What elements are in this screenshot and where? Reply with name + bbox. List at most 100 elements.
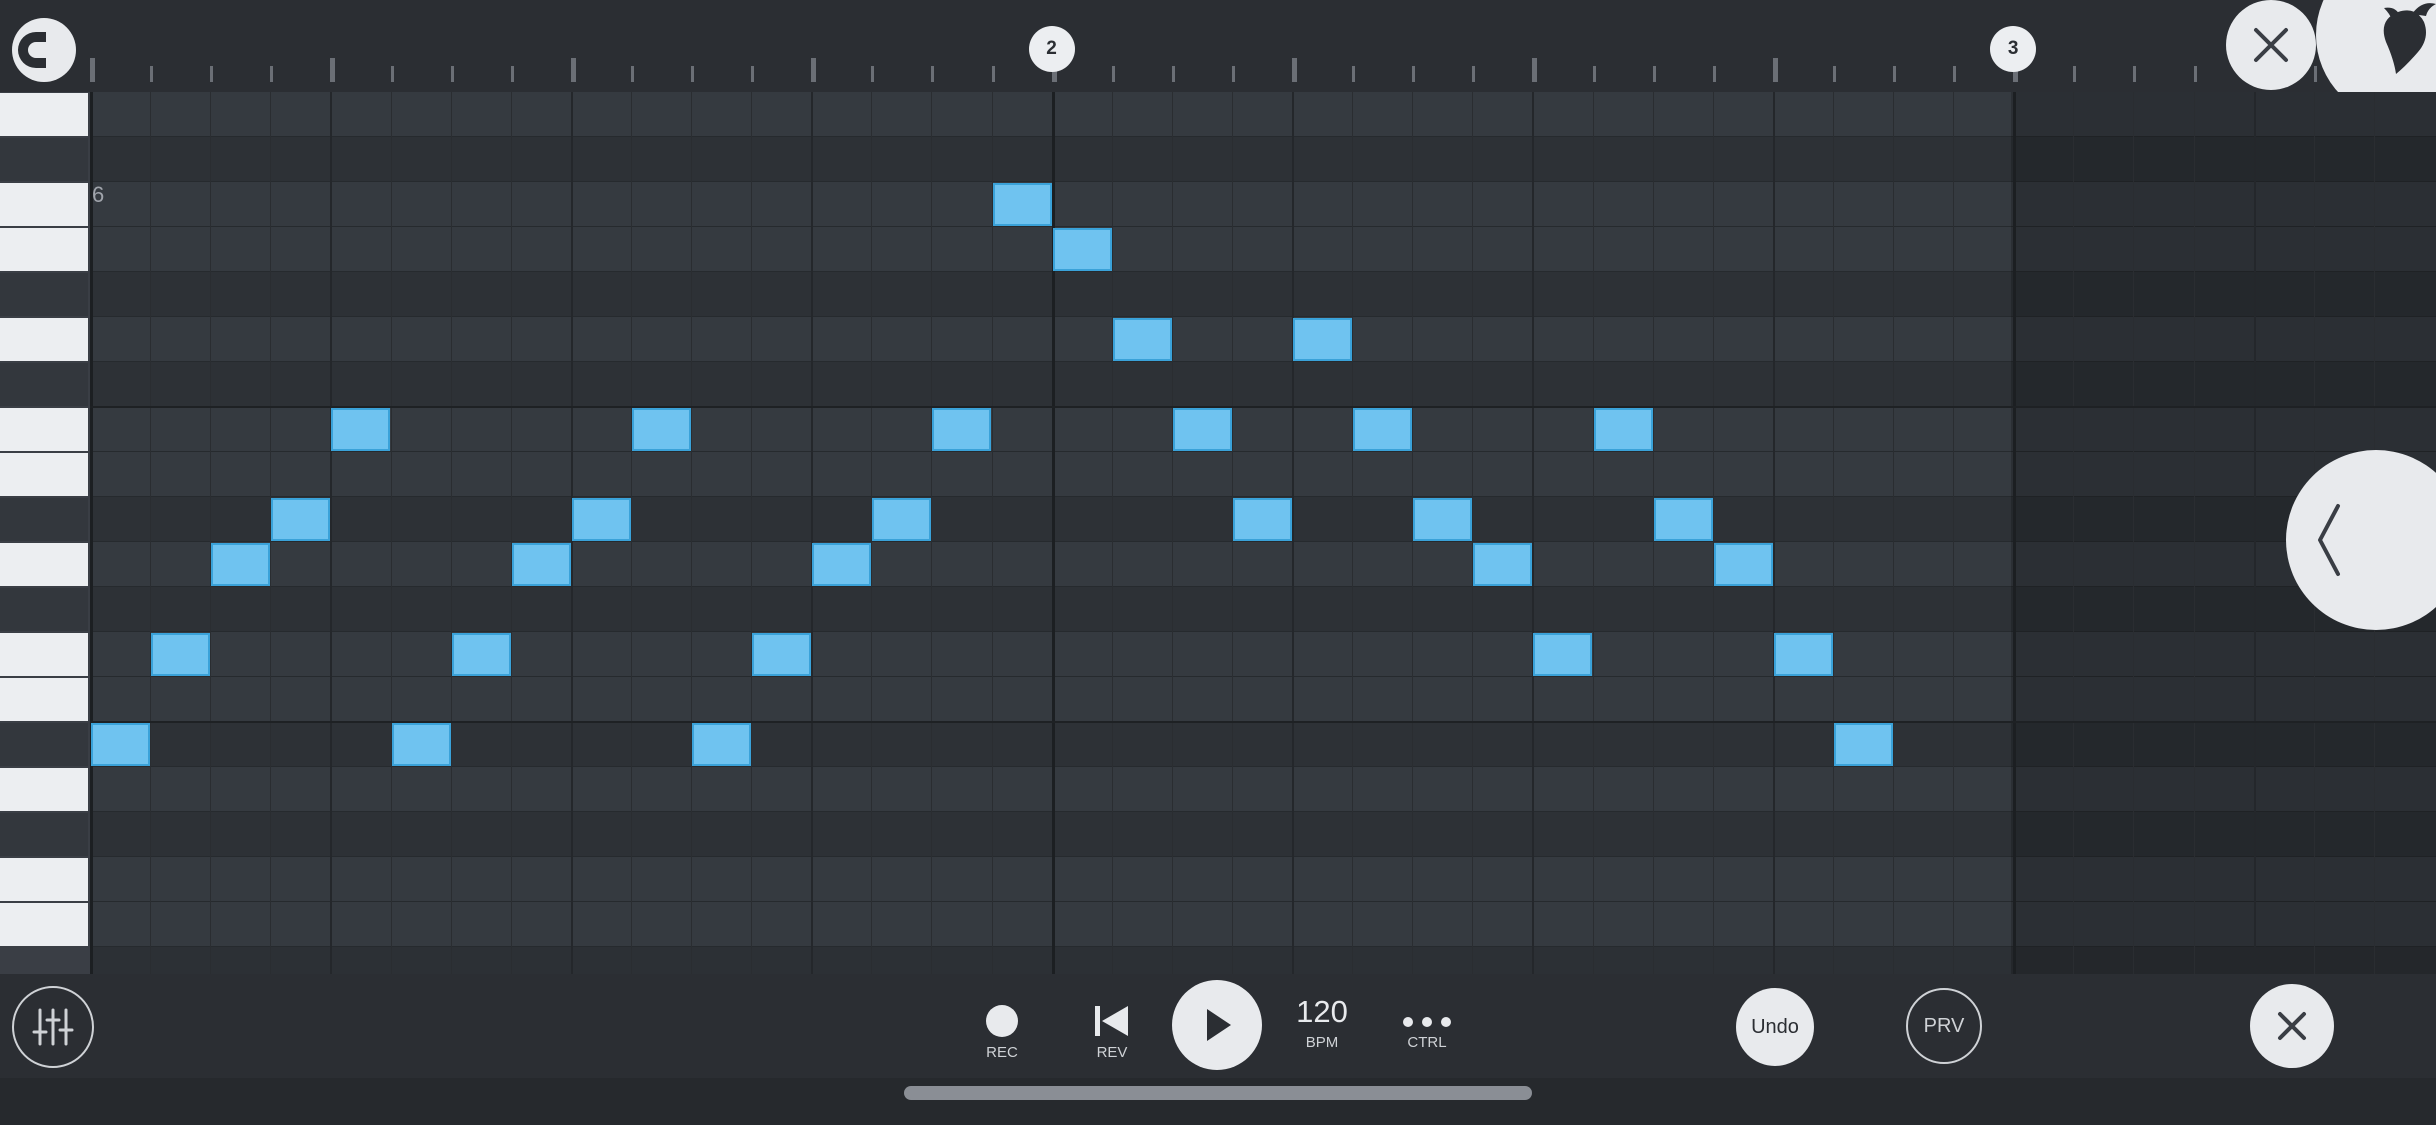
note[interactable] xyxy=(151,633,211,676)
note[interactable] xyxy=(91,723,151,766)
magnet-icon xyxy=(18,32,54,68)
rewind-button[interactable]: REV xyxy=(1090,1004,1134,1061)
bar-marker[interactable]: 3 xyxy=(1990,26,2037,72)
note[interactable] xyxy=(1293,318,1353,361)
ruler-tick xyxy=(1472,66,1476,82)
note[interactable] xyxy=(391,723,451,766)
piano-keyboard[interactable] xyxy=(0,92,90,974)
grid-line xyxy=(1592,92,1594,974)
record-icon xyxy=(986,1005,1018,1037)
white-key[interactable] xyxy=(0,228,88,271)
note[interactable] xyxy=(752,633,812,676)
grid-line xyxy=(90,92,93,974)
control-label: CTRL xyxy=(1407,1034,1447,1051)
grid-line xyxy=(1472,92,1474,974)
play-icon xyxy=(1207,1009,1231,1041)
black-key[interactable] xyxy=(0,138,88,181)
note[interactable] xyxy=(451,633,511,676)
white-key[interactable] xyxy=(0,543,88,586)
grid-line xyxy=(1832,92,1834,974)
rewind-label: REV xyxy=(1096,1044,1128,1061)
note[interactable] xyxy=(211,543,271,586)
note[interactable] xyxy=(692,723,752,766)
black-key[interactable] xyxy=(0,813,88,856)
white-key[interactable] xyxy=(0,183,88,226)
ruler-tick xyxy=(2133,66,2137,82)
preview-button[interactable]: PRV xyxy=(1906,988,1982,1064)
ruler-tick xyxy=(1652,66,1656,82)
control-menu-button[interactable]: CTRL xyxy=(1400,1012,1454,1051)
white-key[interactable] xyxy=(0,408,88,451)
note[interactable] xyxy=(812,543,872,586)
ruler-tick xyxy=(1953,66,1957,82)
note[interactable] xyxy=(1833,723,1893,766)
black-key[interactable] xyxy=(0,498,88,541)
grid-line xyxy=(1111,92,1113,974)
grid-line xyxy=(1532,92,1535,974)
close-button[interactable] xyxy=(2250,984,2334,1068)
undo-button[interactable]: Undo xyxy=(1736,988,1814,1066)
note[interactable] xyxy=(992,183,1052,226)
note[interactable] xyxy=(1773,633,1833,676)
side-panel-toggle-button[interactable] xyxy=(2286,450,2436,630)
grid-line xyxy=(630,92,632,974)
black-key[interactable] xyxy=(0,363,88,406)
snap-magnet-button[interactable] xyxy=(12,18,76,82)
close-piano-roll-button[interactable] xyxy=(2226,0,2316,90)
white-key[interactable] xyxy=(0,903,88,946)
ruler-tick xyxy=(630,66,634,82)
record-button[interactable]: REC xyxy=(982,1004,1022,1061)
piano-roll-grid[interactable] xyxy=(90,92,2436,974)
note[interactable] xyxy=(1052,228,1112,271)
skip-back-icon xyxy=(1095,1006,1128,1036)
ruler-tick xyxy=(1171,66,1175,82)
white-key[interactable] xyxy=(0,768,88,811)
ruler-tick xyxy=(991,66,995,82)
black-key[interactable] xyxy=(0,723,88,766)
tempo-control[interactable]: 120 BPM xyxy=(1290,994,1354,1051)
note[interactable] xyxy=(872,498,932,541)
note[interactable] xyxy=(511,543,571,586)
ruler-tick xyxy=(2073,66,2077,82)
white-key[interactable] xyxy=(0,453,88,496)
note[interactable] xyxy=(1473,543,1533,586)
note[interactable] xyxy=(932,408,992,451)
white-key[interactable] xyxy=(0,318,88,361)
note[interactable] xyxy=(1593,408,1653,451)
note[interactable] xyxy=(271,498,331,541)
note[interactable] xyxy=(1172,408,1232,451)
grid-line xyxy=(210,92,212,974)
grid-line xyxy=(150,92,152,974)
white-key[interactable] xyxy=(0,858,88,901)
chevron-left-icon xyxy=(2318,504,2340,576)
note[interactable] xyxy=(1232,498,1292,541)
ruler-tick xyxy=(931,66,935,82)
grid-line xyxy=(1712,92,1714,974)
note[interactable] xyxy=(1533,633,1593,676)
timeline-ruler[interactable] xyxy=(0,0,2436,92)
ruler-tick xyxy=(1231,66,1235,82)
bar-marker[interactable]: 2 xyxy=(1028,26,1075,72)
note[interactable] xyxy=(1713,543,1773,586)
grid-line xyxy=(510,92,512,974)
black-key[interactable] xyxy=(0,273,88,316)
white-key[interactable] xyxy=(0,93,88,136)
note[interactable] xyxy=(1112,318,1172,361)
grid-line xyxy=(450,92,452,974)
note[interactable] xyxy=(631,408,691,451)
note[interactable] xyxy=(1413,498,1473,541)
white-key[interactable] xyxy=(0,633,88,676)
note[interactable] xyxy=(571,498,631,541)
horizontal-scrollbar[interactable] xyxy=(904,1086,1532,1100)
grid-line xyxy=(1893,92,1894,974)
play-button[interactable] xyxy=(1172,980,1262,1070)
black-key[interactable] xyxy=(0,588,88,631)
ruler-tick xyxy=(1292,58,1297,82)
note[interactable] xyxy=(1653,498,1713,541)
note[interactable] xyxy=(331,408,391,451)
ruler-tick xyxy=(1352,66,1356,82)
white-key[interactable] xyxy=(0,678,88,721)
mixer-button[interactable] xyxy=(12,986,94,1068)
close-icon xyxy=(2278,1012,2306,1040)
note[interactable] xyxy=(1353,408,1413,451)
